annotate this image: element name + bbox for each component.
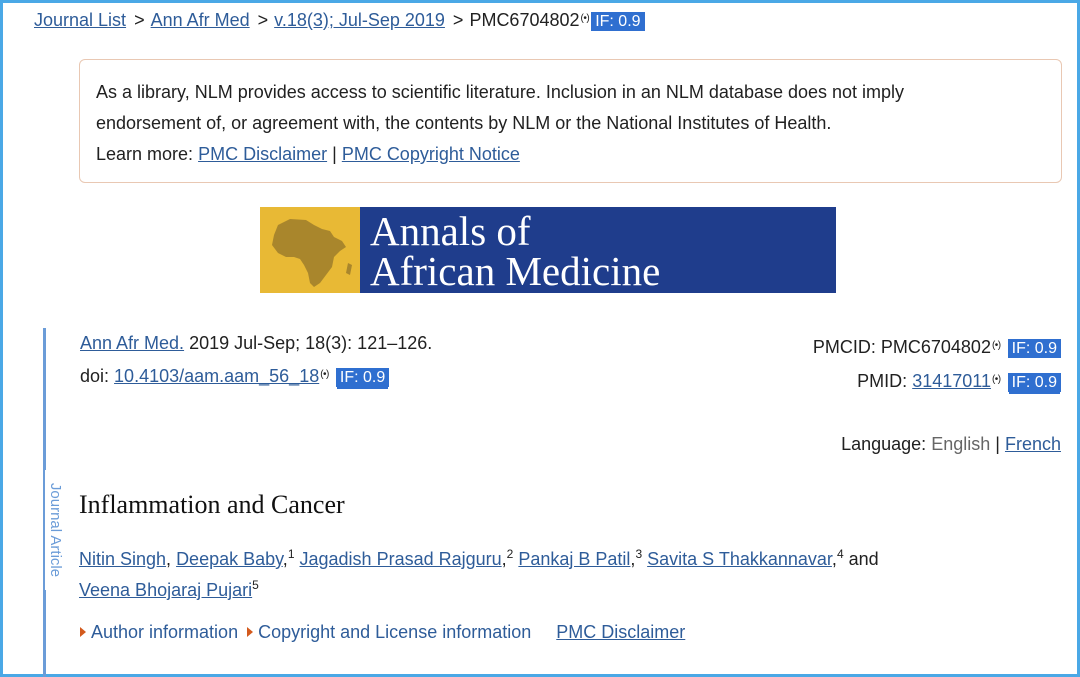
africa-map-logo — [260, 207, 360, 293]
breadcrumb-separator: > — [134, 10, 145, 30]
author-link[interactable]: Nitin Singh — [79, 549, 166, 569]
author-link[interactable]: Pankaj B Patil — [518, 549, 630, 569]
triangle-right-icon — [80, 627, 86, 637]
impact-factor-badge: IF: 0.9 — [335, 368, 390, 387]
pmcid-line: PMCID: PMC6704802(•) IF: 0.9 — [813, 337, 1061, 358]
doi-line: doi: 10.4103/aam.aam_56_18(•) IF: 0.9 — [80, 366, 390, 387]
banner-title-line1: Annals of — [370, 208, 531, 254]
journal-link[interactable]: Ann Afr Med. — [80, 333, 184, 353]
affiliation-sup: 5 — [252, 578, 259, 592]
breadcrumb-separator: > — [452, 10, 464, 30]
author-link[interactable]: Veena Bhojaraj Pujari — [79, 580, 252, 600]
impact-factor-badge: IF: 0.9 — [1007, 373, 1061, 392]
pmc-disclaimer-bottom-link[interactable]: PMC Disclaimer — [556, 622, 685, 642]
impact-factor-badge: IF: 0.9 — [1007, 339, 1061, 358]
language-current: English — [931, 434, 991, 454]
affiliation-sup: 3 — [635, 547, 643, 561]
and-word: and — [848, 549, 879, 569]
pmc-disclaimer-link[interactable]: PMC Disclaimer — [198, 144, 327, 164]
affiliation-sup: 4 — [836, 547, 844, 561]
author-info-toggle[interactable]: Author information — [80, 622, 238, 642]
disclaimer-line1: As a library, NLM provides access to sci… — [96, 82, 905, 102]
language-french-link[interactable]: French — [1005, 434, 1061, 454]
author-link[interactable]: Deepak Baby — [176, 549, 283, 569]
doi-label: doi: — [80, 366, 110, 386]
affiliation-sup: 1 — [287, 547, 295, 561]
pmcid-label: PMCID: — [812, 337, 876, 357]
pmcid-value: PMC6704802 — [880, 337, 991, 357]
breadcrumb-journal-list[interactable]: Journal List — [34, 10, 126, 30]
copyright-label: Copyright and License information — [258, 622, 532, 642]
article-type-label: Journal Article — [45, 470, 65, 590]
pmid-line: PMID: 31417011(•) IF: 0.9 — [857, 371, 1061, 392]
rss-icon: (•) — [580, 13, 590, 24]
affiliation-sup: 2 — [506, 547, 514, 561]
author-link[interactable]: Savita S Thakkannavar — [647, 549, 832, 569]
disclaimer-line2: endorsement of, or agreement with, the c… — [96, 113, 832, 133]
pmid-label: PMID: — [857, 371, 908, 391]
divider: | — [332, 144, 337, 164]
author-info-label: Author information — [91, 622, 239, 642]
breadcrumb-separator: > — [257, 10, 269, 30]
pmid-link[interactable]: 31417011 — [912, 371, 991, 391]
author-list: Nitin Singh, Deepak Baby,1 Jagadish Pras… — [79, 547, 879, 600]
citation-details: 2019 Jul-Sep; 18(3): 121–126. — [189, 333, 433, 353]
citation-line: Ann Afr Med. 2019 Jul-Sep; 18(3): 121–12… — [80, 333, 432, 354]
language-divider: | — [995, 434, 1000, 454]
breadcrumb-current: PMC6704802 — [469, 10, 580, 30]
nlm-disclaimer-box: As a library, NLM provides access to sci… — [79, 59, 1062, 183]
breadcrumb: Journal List > Ann Afr Med > v.18(3); Jul-Se… — [34, 10, 645, 31]
author-link[interactable]: Jagadish Prasad Rajguru — [300, 549, 502, 569]
language-selector: Language: English | French — [841, 434, 1061, 455]
breadcrumb-journal[interactable]: Ann Afr Med — [151, 10, 250, 30]
language-label: Language: — [841, 434, 927, 454]
banner-title-line2: African Medicine — [370, 248, 661, 293]
learn-more-label: Learn more: — [96, 144, 194, 164]
disclaimer-learn-more: Learn more: PMC Disclaimer | PMC Copyrig… — [96, 139, 1045, 170]
article-title: Inflammation and Cancer — [79, 490, 345, 519]
breadcrumb-issue[interactable]: v.18(3); Jul-Sep 2019 — [274, 10, 445, 30]
rss-icon: (•) — [320, 369, 329, 380]
article-info-toggles: Author information Copyright and License… — [80, 622, 685, 643]
doi-link[interactable]: 10.4103/aam.aam_56_18 — [114, 366, 319, 386]
rss-icon: (•) — [991, 374, 1001, 385]
triangle-right-icon — [247, 627, 254, 637]
impact-factor-badge: IF: 0.9 — [591, 12, 645, 31]
rss-icon: (•) — [991, 340, 1001, 351]
pmc-copyright-link[interactable]: PMC Copyright Notice — [342, 144, 520, 164]
journal-banner[interactable]: Annals of African Medicine — [260, 207, 836, 293]
copyright-toggle[interactable]: Copyright and License information — [247, 622, 531, 642]
